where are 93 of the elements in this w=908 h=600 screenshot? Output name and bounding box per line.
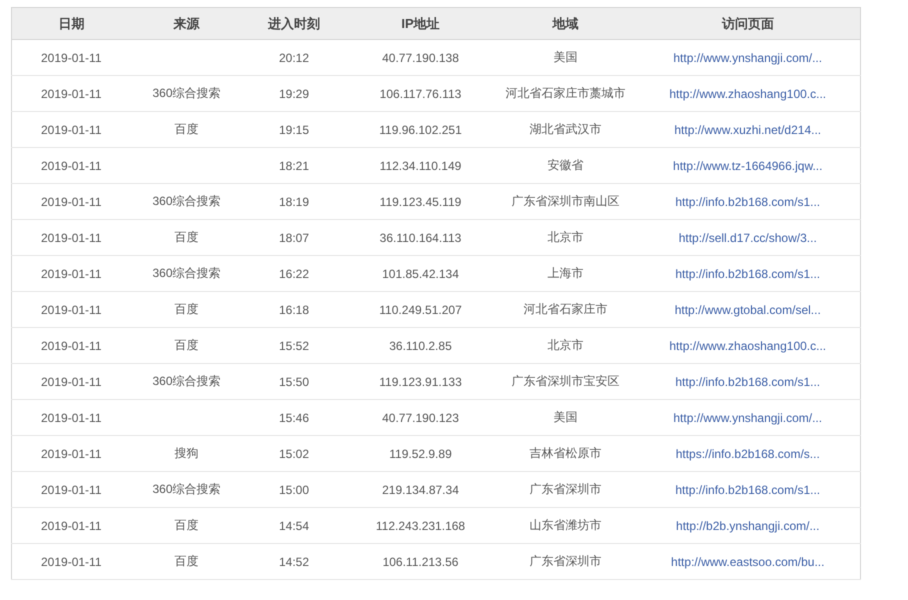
page-link[interactable]: https://info.b2b168.com/s... bbox=[676, 446, 820, 460]
table-cell: 2019-01-11 bbox=[12, 328, 130, 364]
table-cell: 19:15 bbox=[242, 112, 346, 148]
page-link[interactable]: http://info.b2b168.com/s1... bbox=[675, 266, 820, 280]
page-link[interactable]: http://www.xuzhi.net/d214... bbox=[674, 122, 822, 136]
page-link[interactable]: http://www.ynshangji.com/... bbox=[673, 50, 822, 64]
table-cell: 2019-01-11 bbox=[12, 508, 130, 544]
table-cell: 河北省石家庄市藁城市 bbox=[496, 76, 636, 112]
column-header: IP地址 bbox=[346, 8, 496, 40]
page-link[interactable]: http://info.b2b168.com/s1... bbox=[675, 374, 820, 388]
column-header: 访问页面 bbox=[636, 8, 860, 40]
table-cell: 16:18 bbox=[242, 292, 346, 328]
table-cell: 40.77.190.138 bbox=[346, 40, 496, 76]
table-cell: 2019-01-11 bbox=[12, 220, 130, 256]
table-cell: 16:22 bbox=[242, 256, 346, 292]
table-cell: 广东省深圳市 bbox=[496, 544, 636, 580]
table-cell: 18:07 bbox=[242, 220, 346, 256]
table-cell: 112.243.231.168 bbox=[346, 508, 496, 544]
table-cell: 广东省深圳市 bbox=[496, 472, 636, 508]
page-link[interactable]: http://www.tz-1664966.jqw... bbox=[673, 158, 822, 172]
table-cell: 美国 bbox=[496, 40, 636, 76]
table-cell: 河北省石家庄市 bbox=[496, 292, 636, 328]
table-cell: 360综合搜索 bbox=[130, 76, 242, 112]
table-cell: 119.52.9.89 bbox=[346, 436, 496, 472]
page-link[interactable]: http://info.b2b168.com/s1... bbox=[675, 194, 820, 208]
table-cell: 北京市 bbox=[496, 328, 636, 364]
page-link[interactable]: http://sell.d17.cc/show/3... bbox=[678, 230, 817, 244]
table-cell: 2019-01-11 bbox=[12, 76, 130, 112]
page-link[interactable]: http://www.eastsoo.com/bu... bbox=[671, 554, 824, 568]
table-cell: 2019-01-11 bbox=[12, 400, 130, 436]
table-cell: 119.123.45.119 bbox=[346, 184, 496, 220]
table-cell: 2019-01-11 bbox=[12, 148, 130, 184]
page-link[interactable]: http://b2b.ynshangji.com/... bbox=[676, 518, 820, 532]
table-cell: 101.85.42.134 bbox=[346, 256, 496, 292]
table-cell: 36.110.2.85 bbox=[346, 328, 496, 364]
table-cell: 百度 bbox=[130, 544, 242, 580]
table-cell: 百度 bbox=[130, 328, 242, 364]
table-cell: 112.34.110.149 bbox=[346, 148, 496, 184]
column-header: 进入时刻 bbox=[242, 8, 346, 40]
column-header: 来源 bbox=[130, 8, 242, 40]
table-cell: 2019-01-11 bbox=[12, 544, 130, 580]
table-cell: 上海市 bbox=[496, 256, 636, 292]
table-cell: 美国 bbox=[496, 400, 636, 436]
table-cell: 18:19 bbox=[242, 184, 346, 220]
table-cell: 14:52 bbox=[242, 544, 346, 580]
table-cell: 360综合搜索 bbox=[130, 184, 242, 220]
table-cell: 15:02 bbox=[242, 436, 346, 472]
table-cell: 219.134.87.34 bbox=[346, 472, 496, 508]
table-cell: 360综合搜索 bbox=[130, 472, 242, 508]
table-cell: 15:52 bbox=[242, 328, 346, 364]
page-link[interactable]: http://www.ynshangji.com/... bbox=[673, 410, 822, 424]
table-cell: 搜狗 bbox=[130, 436, 242, 472]
table-cell: 360综合搜索 bbox=[130, 364, 242, 400]
column-header: 日期 bbox=[12, 8, 130, 40]
table-cell: 2019-01-11 bbox=[12, 364, 130, 400]
table-cell: 119.96.102.251 bbox=[346, 112, 496, 148]
table-cell: 北京市 bbox=[496, 220, 636, 256]
page-link[interactable]: http://www.gtobal.com/sel... bbox=[674, 302, 821, 316]
table-cell: 18:21 bbox=[242, 148, 346, 184]
table-cell: 2019-01-11 bbox=[12, 292, 130, 328]
table-cell: 百度 bbox=[130, 292, 242, 328]
table-cell: 百度 bbox=[130, 508, 242, 544]
table-cell: 19:29 bbox=[242, 76, 346, 112]
table-cell: 15:50 bbox=[242, 364, 346, 400]
table-cell: 2019-01-11 bbox=[12, 112, 130, 148]
table-cell: 百度 bbox=[130, 112, 242, 148]
table-cell: 2019-01-11 bbox=[12, 472, 130, 508]
table-cell: 14:54 bbox=[242, 508, 346, 544]
page-link[interactable]: http://www.zhaoshang100.c... bbox=[669, 338, 826, 352]
table-cell: 106.117.76.113 bbox=[346, 76, 496, 112]
table-cell: 15:00 bbox=[242, 472, 346, 508]
table-cell: 110.249.51.207 bbox=[346, 292, 496, 328]
table-cell: 2019-01-11 bbox=[12, 40, 130, 76]
table-cell: 36.110.164.113 bbox=[346, 220, 496, 256]
table-cell: 百度 bbox=[130, 220, 242, 256]
table-cell: 40.77.190.123 bbox=[346, 400, 496, 436]
page-link[interactable]: http://info.b2b168.com/s1... bbox=[675, 482, 820, 496]
page-link[interactable]: http://www.zhaoshang100.c... bbox=[669, 86, 826, 100]
table-cell: 广东省深圳市南山区 bbox=[496, 184, 636, 220]
table-cell: 吉林省松原市 bbox=[496, 436, 636, 472]
table-cell: 106.11.213.56 bbox=[346, 544, 496, 580]
table-cell: 20:12 bbox=[242, 40, 346, 76]
table-cell: 119.123.91.133 bbox=[346, 364, 496, 400]
table-cell: 湖北省武汉市 bbox=[496, 112, 636, 148]
table-cell: 山东省潍坊市 bbox=[496, 508, 636, 544]
table-cell: 广东省深圳市宝安区 bbox=[496, 364, 636, 400]
table-cell: 2019-01-11 bbox=[12, 256, 130, 292]
table-cell: 15:46 bbox=[242, 400, 346, 436]
table-cell: 2019-01-11 bbox=[12, 436, 130, 472]
column-header: 地域 bbox=[496, 8, 636, 40]
table-cell: 安徽省 bbox=[496, 148, 636, 184]
table-cell: 360综合搜索 bbox=[130, 256, 242, 292]
table-cell: 2019-01-11 bbox=[12, 184, 130, 220]
